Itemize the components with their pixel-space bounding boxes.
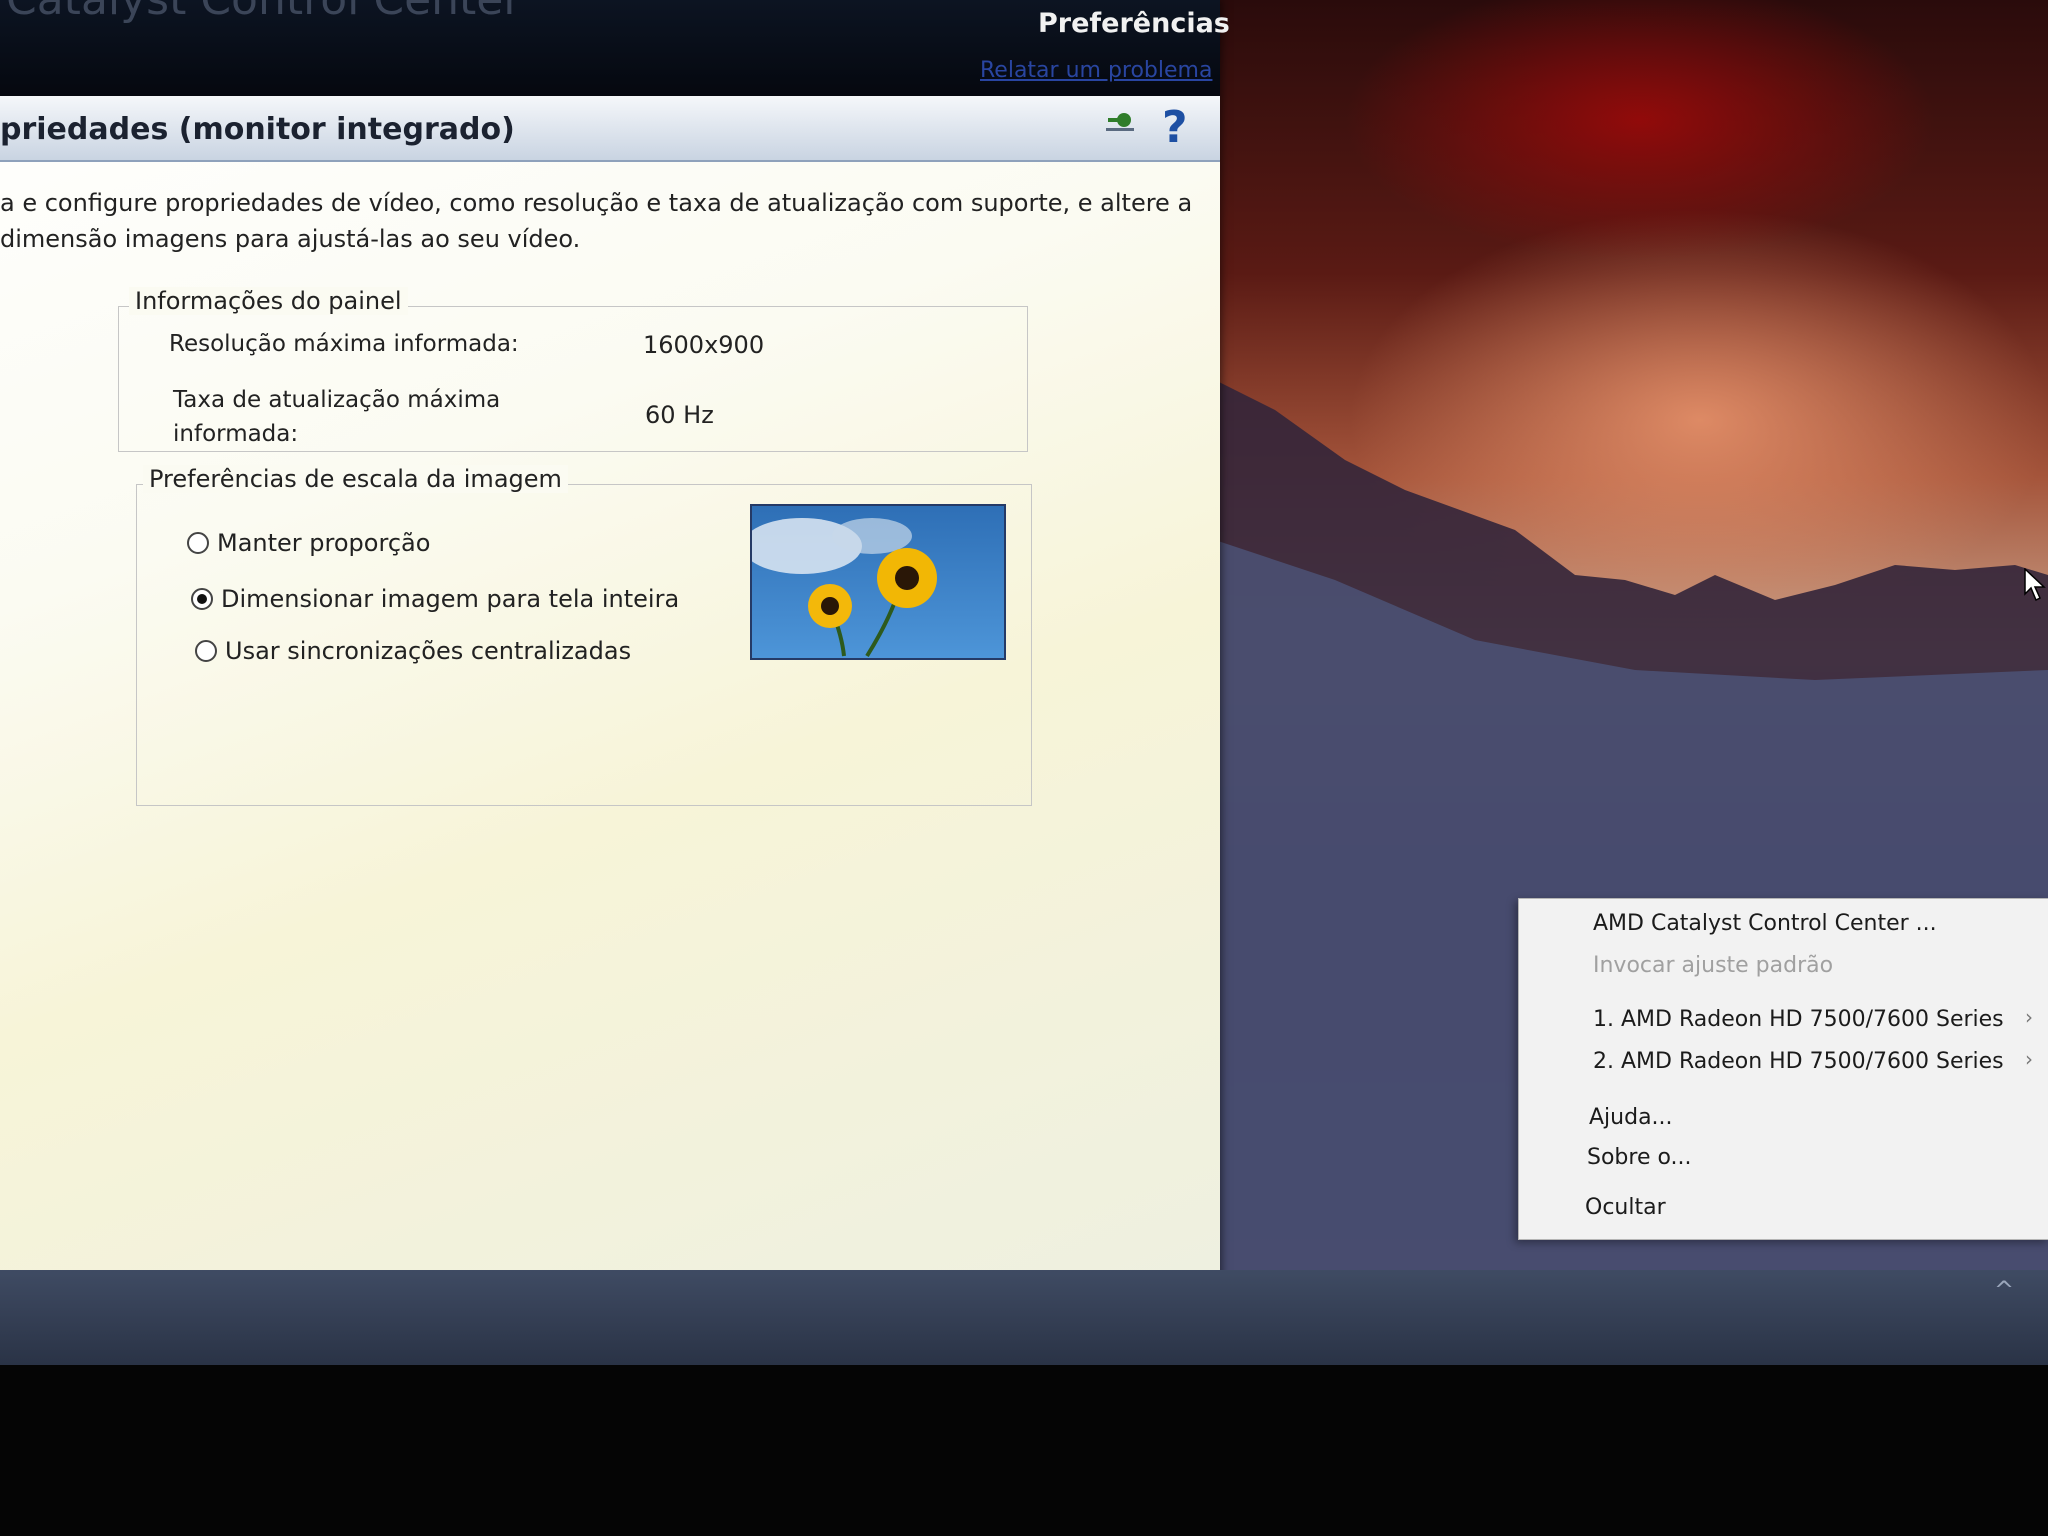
catalyst-control-center-window: Catalyst Control Center Preferências Rel… [0, 0, 1230, 1290]
radio-centered-timings[interactable]: Usar sincronizações centralizadas [195, 637, 631, 665]
max-resolution-value: 1600x900 [643, 331, 765, 359]
page-title: priedades (monitor integrado) [0, 112, 515, 147]
radio-label: Manter proporção [217, 529, 431, 557]
help-icon[interactable]: ? [1162, 102, 1188, 153]
menu-item-restore-default: Invocar ajuste padrão [1593, 953, 1834, 978]
menu-item-label: 2. AMD Radeon HD 7500/7600 Series [1593, 1049, 2004, 1074]
radio-button-icon[interactable] [187, 532, 209, 554]
panel-info-legend: Informações do painel [129, 287, 408, 315]
pin-icon[interactable] [1100, 108, 1140, 142]
tray-chevron-up-icon[interactable]: ^ [1994, 1276, 2014, 1304]
mouse-cursor-icon [2024, 568, 2046, 602]
menu-item-gpu-2[interactable]: 2. AMD Radeon HD 7500/7600 Series [1593, 1049, 2033, 1074]
radio-button-selected-icon[interactable] [191, 588, 213, 610]
menu-item-gpu-1[interactable]: 1. AMD Radeon HD 7500/7600 Series [1593, 1007, 2033, 1032]
radio-label: Dimensionar imagem para tela inteira [221, 585, 680, 613]
radio-label: Usar sincronizações centralizadas [225, 637, 632, 665]
page-header: priedades (monitor integrado) ? [0, 96, 1220, 162]
panel-info-group: Informações do painel Resolução máxima i… [118, 287, 1028, 452]
report-problem-link[interactable]: Relatar um problema [980, 58, 1212, 83]
radio-keep-aspect-ratio[interactable]: Manter proporção [187, 529, 430, 557]
chevron-right-icon: › [2025, 1005, 2033, 1029]
menu-item-hide[interactable]: Ocultar [1585, 1195, 1666, 1220]
menu-item-open-catalyst[interactable]: AMD Catalyst Control Center ... [1593, 911, 1937, 936]
scaling-preview-image [750, 504, 1006, 660]
app-title: Catalyst Control Center [6, 0, 521, 25]
max-refresh-value: 60 Hz [645, 401, 714, 429]
menu-item-about[interactable]: Sobre o... [1587, 1145, 1692, 1170]
radio-scale-full-panel[interactable]: Dimensionar imagem para tela inteira [191, 585, 679, 613]
image-scaling-legend: Preferências de escala da imagem [143, 465, 568, 493]
chevron-right-icon: › [2025, 1047, 2033, 1071]
sunflower-preview-icon [752, 506, 1004, 658]
max-refresh-label: Taxa de atualização máxima informada: [173, 387, 501, 447]
preferences-menu[interactable]: Preferências [1038, 8, 1230, 39]
max-resolution-label: Resolução máxima informada: [169, 331, 519, 357]
menu-item-help[interactable]: Ajuda... [1589, 1105, 1673, 1130]
menu-item-label: 1. AMD Radeon HD 7500/7600 Series [1593, 1007, 2004, 1032]
taskbar [0, 1270, 2048, 1365]
page-description: a e configure propriedades de vídeo, com… [0, 189, 1193, 253]
tray-context-menu: AMD Catalyst Control Center ... Invocar … [1518, 898, 2048, 1240]
window-titlebar: Catalyst Control Center Preferências Rel… [0, 0, 1230, 96]
radio-button-icon[interactable] [195, 640, 217, 662]
